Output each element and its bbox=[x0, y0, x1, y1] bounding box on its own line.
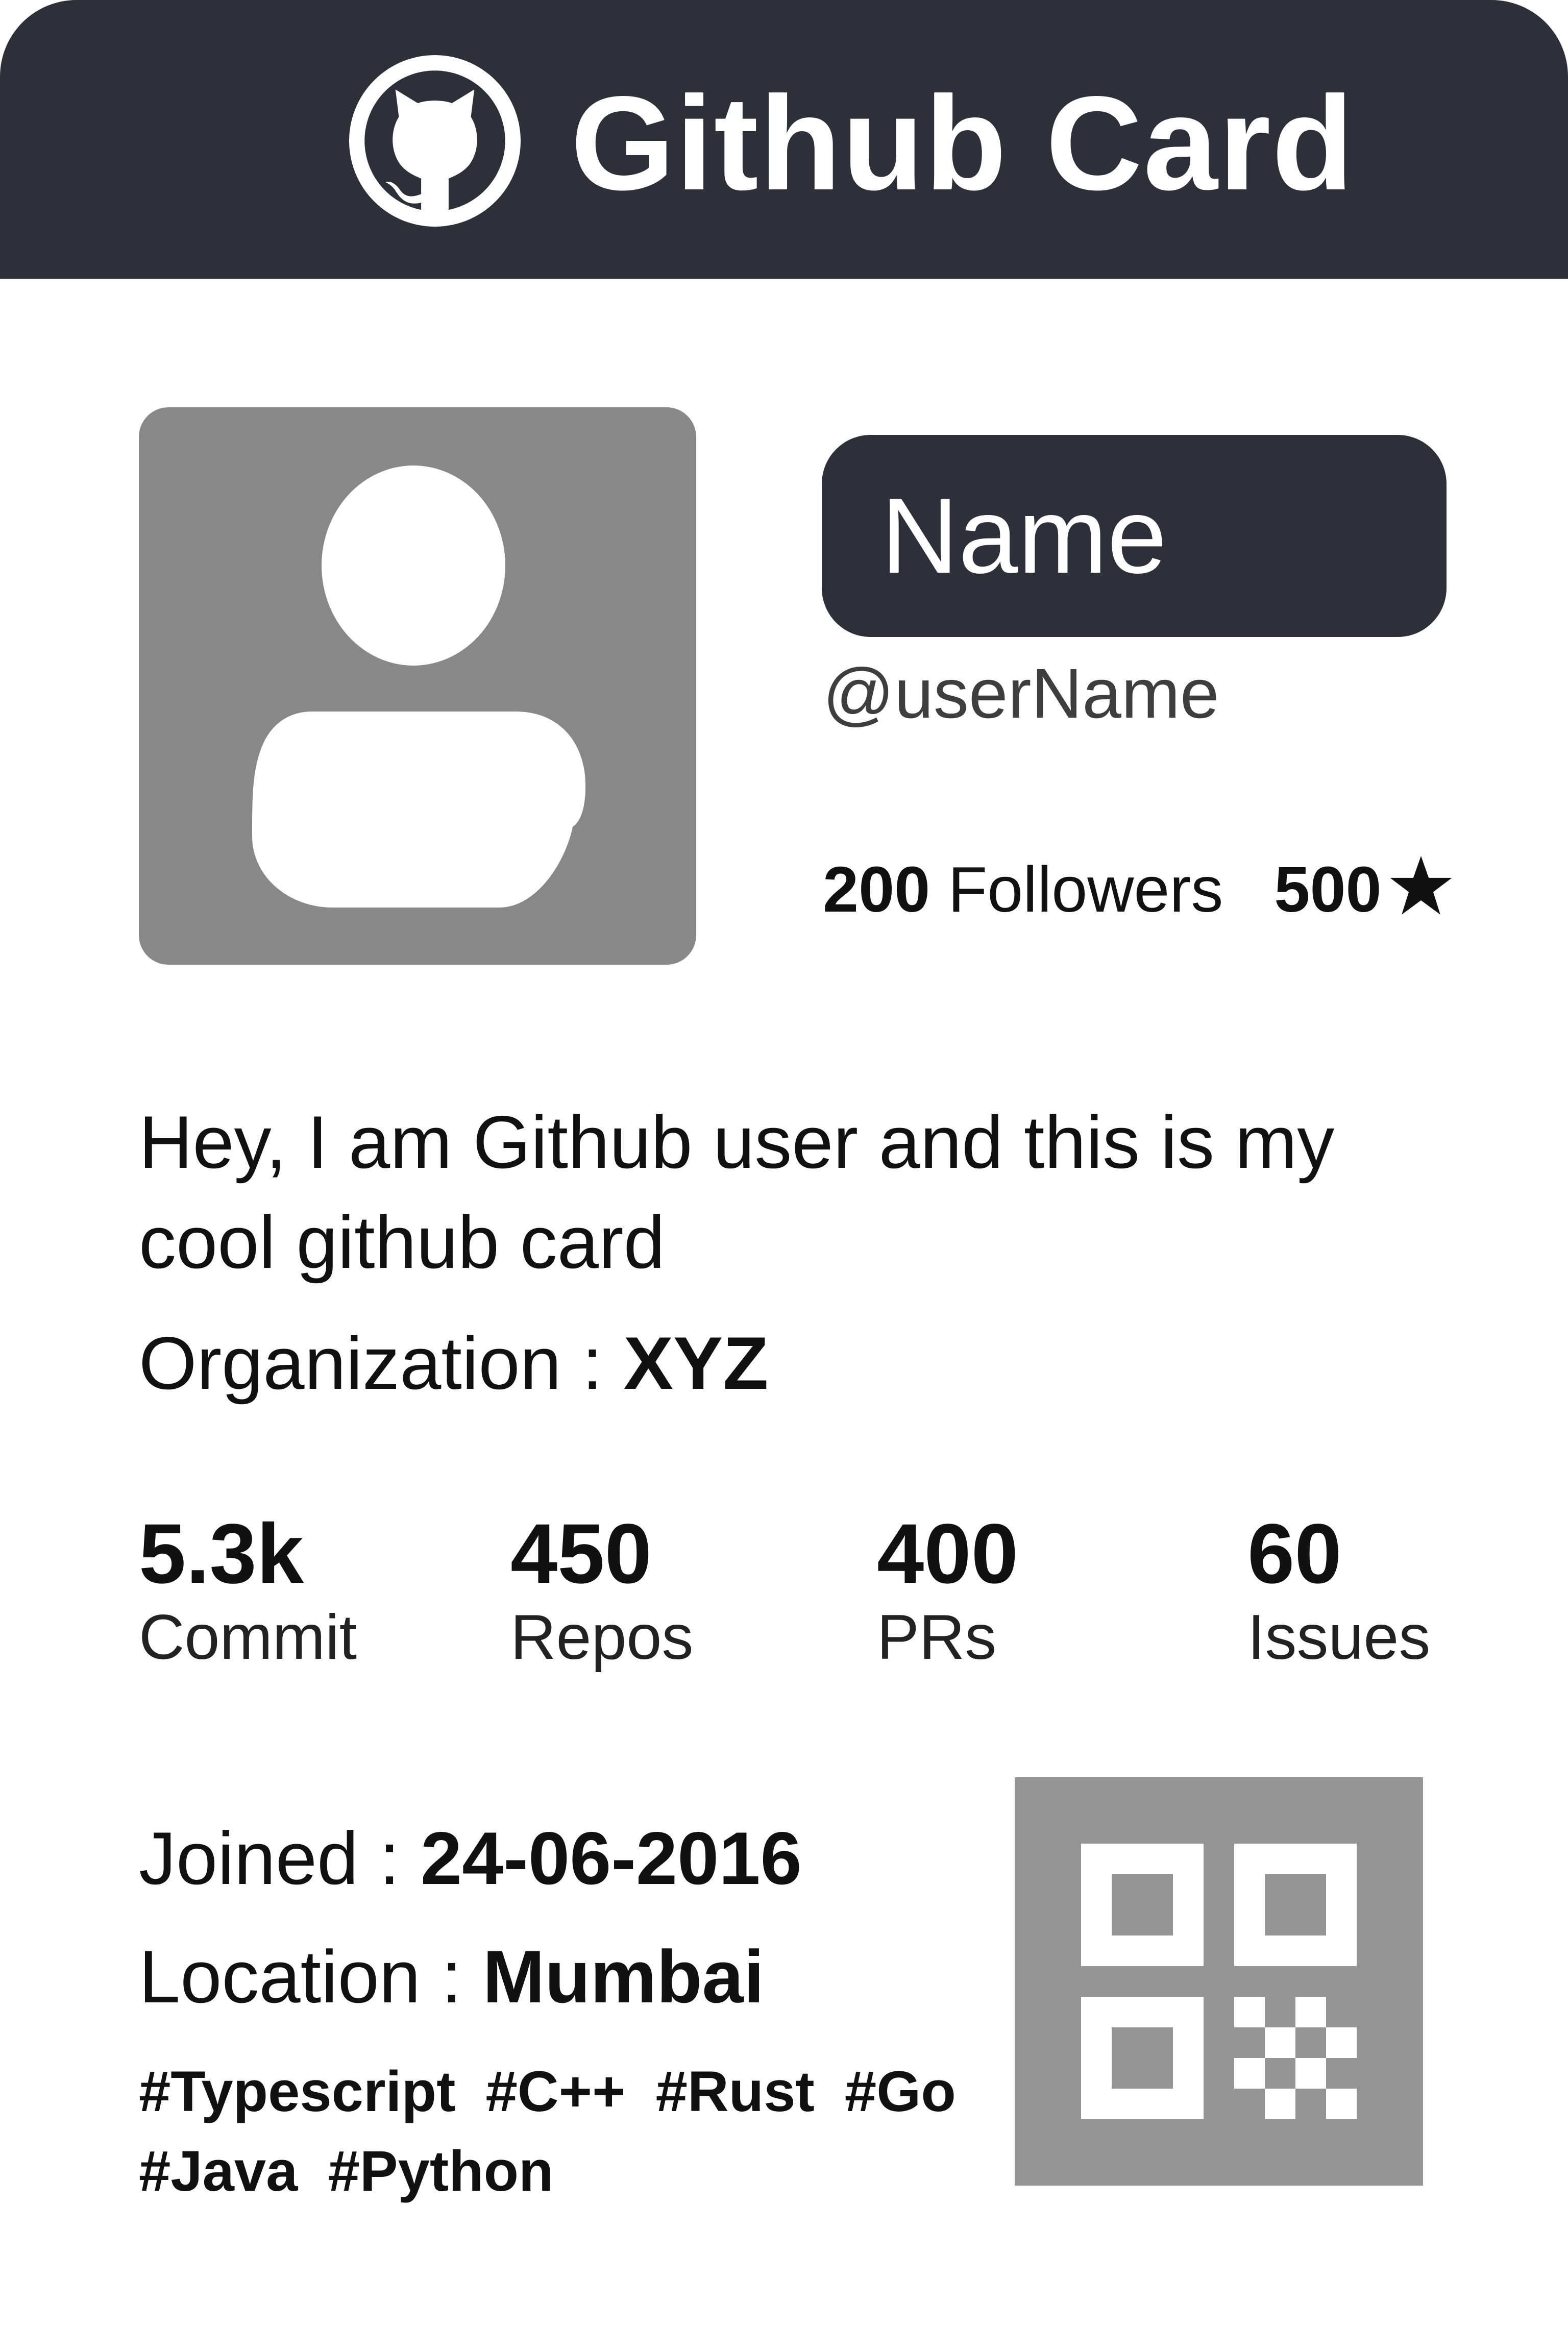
user-avatar-placeholder-icon bbox=[252, 465, 585, 908]
tag-python: #Python bbox=[328, 2139, 554, 2203]
joined-line: Joined : 24-06-2016 bbox=[139, 1821, 802, 1896]
stars-count: 500 bbox=[1274, 853, 1382, 925]
stat-label: Repos bbox=[510, 1602, 694, 1673]
username-handle[interactable]: @userName bbox=[823, 658, 1219, 729]
github-octocat-icon bbox=[349, 55, 521, 227]
tag-rust: #Rust bbox=[655, 2060, 815, 2123]
card-title: Github Card bbox=[571, 68, 1355, 218]
display-name: Name bbox=[881, 476, 1167, 596]
organization-line: Organization : XYZ bbox=[139, 1326, 768, 1401]
language-tags: #Typescript #C++ #Rust #Go #Java #Python bbox=[139, 2052, 1007, 2211]
location-line: Location : Mumbai bbox=[139, 1940, 764, 2014]
tag-cpp: #C++ bbox=[485, 2060, 626, 2123]
stat-value: 400 bbox=[877, 1507, 1018, 1601]
organization-label: Organization : bbox=[139, 1321, 603, 1405]
followers-count: 200 bbox=[823, 853, 930, 925]
stat-label: Issues bbox=[1247, 1602, 1431, 1673]
stat-value: 60 bbox=[1247, 1507, 1342, 1601]
stat-value: 5.3k bbox=[139, 1507, 304, 1601]
followers-label: Followers bbox=[948, 853, 1223, 925]
organization-value: XYZ bbox=[623, 1321, 769, 1405]
qr-code bbox=[1015, 1777, 1423, 2186]
name-badge: Name bbox=[822, 435, 1447, 637]
card-header: Github Card bbox=[0, 0, 1568, 279]
tag-go: #Go bbox=[844, 2060, 956, 2123]
stat-label: PRs bbox=[877, 1602, 997, 1673]
stat-issues: 60 Issues bbox=[1247, 1507, 1431, 1673]
qr-code-icon bbox=[1081, 1844, 1357, 2119]
tag-typescript: #Typescript bbox=[139, 2060, 456, 2123]
star-icon bbox=[1390, 856, 1452, 915]
joined-label: Joined : bbox=[139, 1817, 400, 1900]
avatar bbox=[139, 407, 696, 965]
stat-label: Commit bbox=[139, 1602, 357, 1673]
joined-date: 24-06-2016 bbox=[420, 1817, 802, 1900]
stat-prs: 400 PRs bbox=[877, 1507, 1018, 1673]
tag-java: #Java bbox=[139, 2139, 298, 2203]
location-value: Mumbai bbox=[482, 1935, 765, 2018]
location-label: Location : bbox=[139, 1935, 462, 2018]
stat-value: 450 bbox=[510, 1507, 652, 1601]
bio-text: Hey, I am Github user and this is my coo… bbox=[139, 1100, 1335, 1284]
stat-repos: 450 Repos bbox=[510, 1507, 694, 1673]
stat-commits: 5.3k Commit bbox=[139, 1507, 357, 1673]
social-stats: 200 Followers 500 bbox=[823, 853, 1453, 925]
